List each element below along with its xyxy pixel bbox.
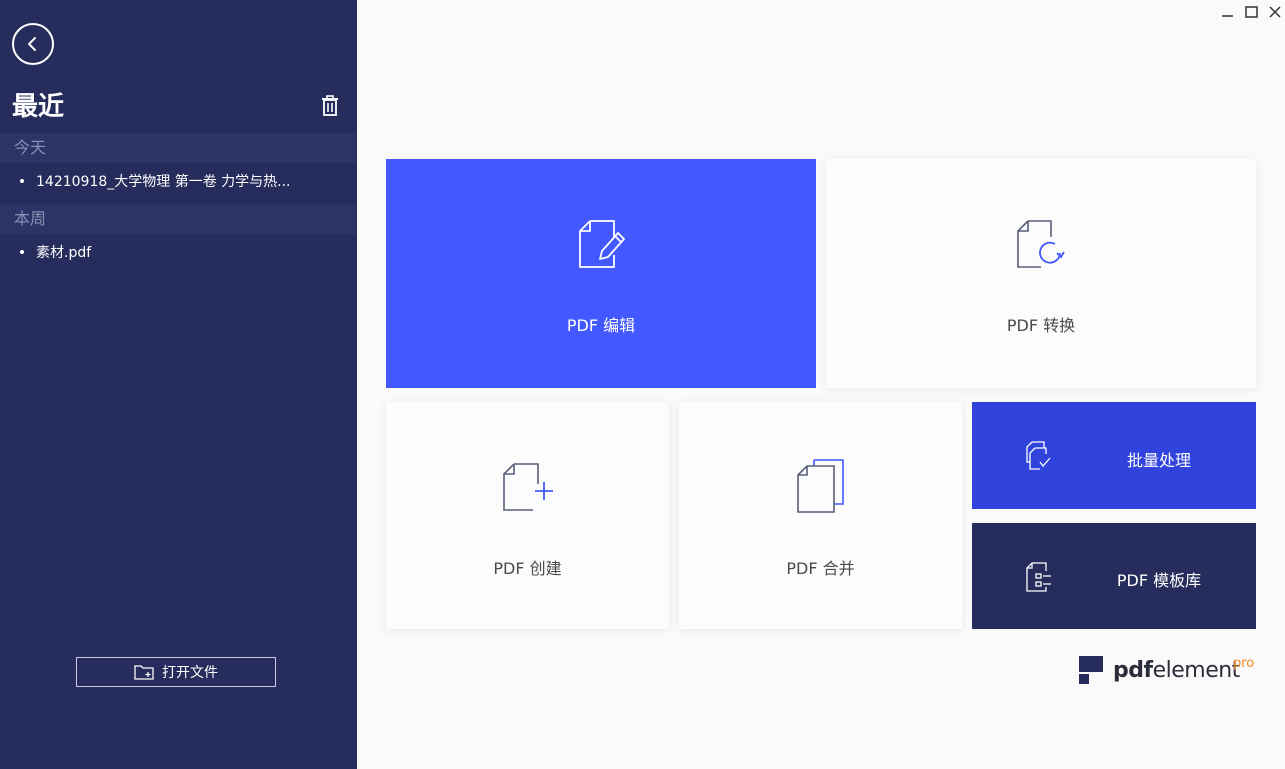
create-document-icon: [503, 463, 553, 511]
open-file-label: 打开文件: [162, 665, 218, 681]
back-button[interactable]: [12, 23, 54, 65]
tile-label: PDF 创建: [493, 559, 562, 578]
tile-label: 批量处理: [1126, 451, 1191, 470]
tile-pdf-convert[interactable]: PDF 转换: [826, 159, 1256, 388]
sidebar: 最近 今天 14210918_大学物理 第一卷 力学与热... 本周 素材.pd…: [0, 0, 357, 769]
edit-document-icon: [579, 220, 625, 268]
pdfelement-logo-mark: [1079, 656, 1103, 684]
close-icon: [1269, 6, 1281, 18]
tile-label: PDF 编辑: [566, 316, 636, 335]
section-header-this-week: 本周: [0, 204, 357, 234]
brand-edition: pro: [1233, 656, 1255, 671]
section-header-today: 今天: [0, 133, 357, 163]
convert-document-icon: [1017, 220, 1065, 268]
tile-label: PDF 转换: [1006, 316, 1076, 335]
close-button[interactable]: [1267, 4, 1283, 20]
open-file-button[interactable]: 打开文件: [76, 657, 276, 687]
batch-process-icon: [1026, 441, 1051, 470]
tile-label: PDF 合并: [786, 559, 855, 578]
bullet: [20, 179, 24, 183]
tile-batch-process[interactable]: 批量处理: [972, 402, 1256, 509]
tile-label: PDF 模板库: [1116, 571, 1202, 590]
recent-file-item[interactable]: 素材.pdf: [0, 234, 357, 270]
pdfelement-logo: pdfelement pro: [1079, 656, 1254, 684]
trash-icon: [322, 95, 338, 116]
minimize-icon: [1222, 15, 1233, 17]
tile-pdf-edit[interactable]: PDF 编辑: [386, 159, 816, 388]
file-name: 14210918_大学物理 第一卷 力学与热...: [36, 174, 291, 190]
tile-pdf-merge[interactable]: PDF 合并: [679, 402, 962, 629]
brand-name: pdfelement: [1113, 657, 1240, 683]
sidebar-title: 最近: [12, 92, 65, 122]
merge-documents-icon: [797, 459, 844, 513]
tile-pdf-create[interactable]: PDF 创建: [386, 402, 669, 629]
maximize-button[interactable]: [1244, 4, 1260, 20]
maximize-icon: [1245, 6, 1258, 18]
folder-add-icon: [134, 665, 154, 680]
minimize-button[interactable]: [1220, 4, 1236, 20]
template-library-icon: [1026, 562, 1051, 592]
chevron-left-icon: [28, 37, 36, 51]
bullet: [20, 250, 24, 254]
recent-file-item[interactable]: 14210918_大学物理 第一卷 力学与热...: [0, 163, 357, 199]
tile-template-library[interactable]: PDF 模板库: [972, 523, 1256, 629]
clear-recent-button[interactable]: [320, 95, 342, 117]
file-name: 素材.pdf: [36, 245, 92, 261]
